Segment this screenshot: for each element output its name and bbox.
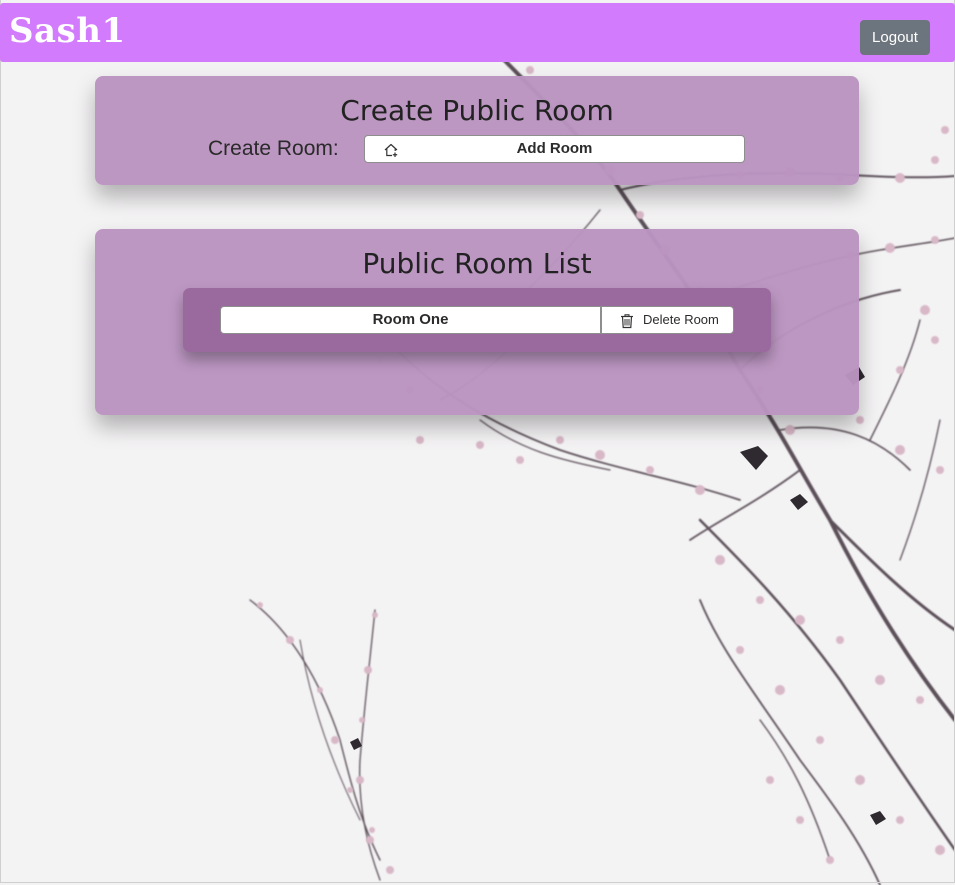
create-room-card: Create Public Room Create Room: Add Room	[95, 76, 859, 185]
room-list-title: Public Room List	[362, 247, 592, 280]
add-room-button[interactable]: Add Room	[364, 135, 745, 163]
trash-icon	[621, 314, 633, 329]
brand-title: Sash1	[9, 11, 126, 51]
room-button[interactable]: Room One	[220, 306, 601, 334]
house-add-icon	[384, 143, 398, 157]
logout-button[interactable]: Logout	[860, 20, 930, 55]
top-navbar: Sash1 Logout	[0, 3, 955, 62]
delete-room-label: Delete Room	[643, 312, 719, 327]
room-list: Room One Delete Room	[183, 288, 771, 352]
create-room-title: Create Public Room	[340, 94, 614, 127]
room-list-card: Public Room List Room One Delete Room	[95, 229, 859, 415]
create-room-label: Create Room:	[208, 137, 339, 160]
delete-room-button[interactable]: Delete Room	[601, 306, 734, 334]
add-room-button-label: Add Room	[516, 140, 593, 157]
